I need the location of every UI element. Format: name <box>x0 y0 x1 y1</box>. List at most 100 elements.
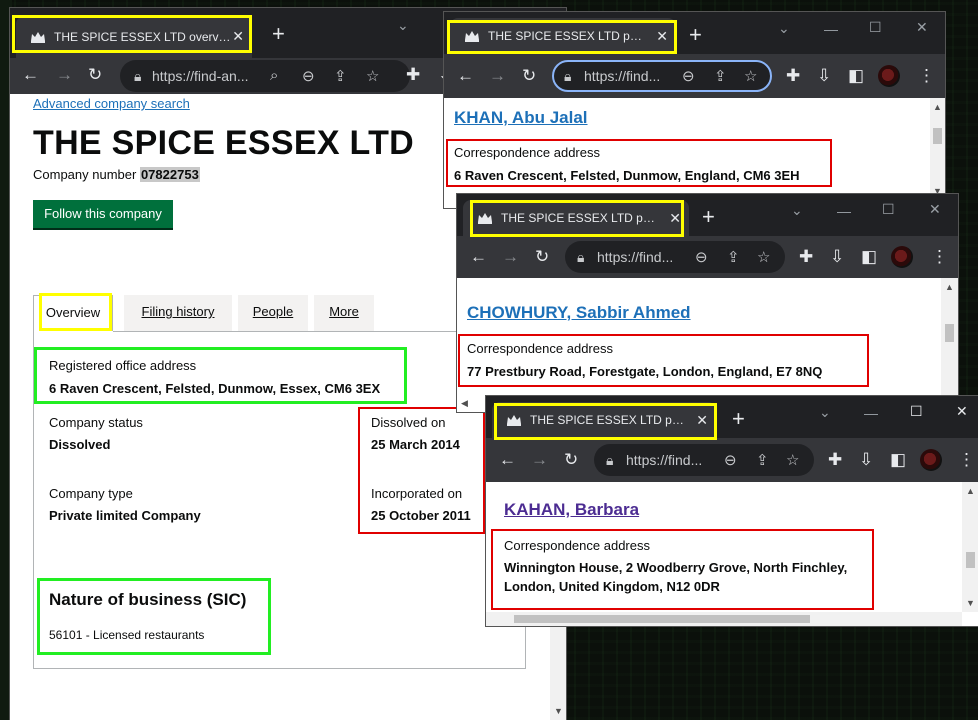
highlight-w2-address <box>458 334 869 387</box>
bookmark-star-icon[interactable]: ☆ <box>757 248 770 266</box>
back-icon[interactable]: ← <box>470 248 487 266</box>
zoom-icon[interactable]: ⊖ <box>695 248 708 266</box>
scroll-up-arrow[interactable]: ▲ <box>933 102 942 112</box>
forward-icon[interactable]: → <box>489 67 506 85</box>
share-icon[interactable]: ⇪ <box>756 451 769 469</box>
w3-scrollbar[interactable]: ▲ ▼ <box>962 482 978 612</box>
window-close-icon[interactable]: ✕ <box>929 202 941 216</box>
scroll-down-arrow[interactable]: ▼ <box>966 598 975 608</box>
zoom-icon[interactable]: ⊖ <box>682 67 695 85</box>
menu-icon[interactable]: ⋮ <box>918 67 935 85</box>
address-bar[interactable]: 🔒︎ https://find... ⊖ ⇪ ☆ <box>594 444 814 476</box>
menu-icon[interactable]: ⋮ <box>931 248 948 266</box>
profile-avatar[interactable] <box>878 65 900 87</box>
lock-icon: 🔒︎ <box>134 68 142 84</box>
minimize-icon[interactable]: — <box>837 204 851 218</box>
maximize-icon[interactable]: ☐ <box>869 20 882 34</box>
back-icon[interactable]: ← <box>22 66 39 84</box>
window-close-icon[interactable]: ✕ <box>956 404 968 418</box>
reload-icon[interactable]: ↻ <box>535 248 549 266</box>
scroll-up-arrow[interactable]: ▲ <box>966 486 975 496</box>
tab-search-icon[interactable]: ⌄ <box>397 18 409 32</box>
download-icon[interactable]: ⇩ <box>817 67 831 85</box>
w1-scrollbar[interactable]: ▲ ▼ <box>930 98 945 208</box>
url-text: https://find... <box>597 249 674 265</box>
sidepanel-icon[interactable]: ◧ <box>861 248 877 266</box>
forward-icon[interactable]: → <box>502 248 519 266</box>
download-icon[interactable]: ⇩ <box>830 248 844 266</box>
highlight-overview-tab <box>39 293 112 331</box>
window-close-icon[interactable]: ✕ <box>916 20 928 34</box>
new-tab-button[interactable]: + <box>689 24 702 46</box>
tab-search-icon[interactable]: ⌄ <box>778 21 790 35</box>
scroll-down-arrow[interactable]: ▼ <box>554 706 563 716</box>
highlight-registered-office <box>34 347 407 404</box>
person-name-link[interactable]: KHAN, Abu Jalal <box>454 108 588 128</box>
tab-search-icon[interactable]: ⌄ <box>791 203 803 217</box>
highlight-main-tab <box>12 15 252 53</box>
scroll-left-arrow[interactable]: ◀ <box>461 398 468 409</box>
scroll-thumb[interactable] <box>945 324 954 342</box>
maximize-icon[interactable]: ☐ <box>882 202 895 216</box>
company-type-label: Company type <box>49 486 133 501</box>
scroll-thumb[interactable] <box>933 128 942 144</box>
hscroll-thumb[interactable] <box>514 615 810 623</box>
share-icon[interactable]: ⇪ <box>714 67 727 85</box>
follow-company-button[interactable]: Follow this company <box>33 200 173 228</box>
zoom-icon[interactable]: ⊖ <box>724 451 737 469</box>
extensions-icon[interactable]: ✚ <box>786 67 800 85</box>
new-tab-button[interactable]: + <box>732 408 745 430</box>
sidepanel-icon[interactable]: ◧ <box>890 451 906 469</box>
tab-search-icon[interactable]: ⌄ <box>819 405 831 419</box>
tab-more[interactable]: More <box>314 295 374 331</box>
bookmark-star-icon[interactable]: ☆ <box>366 67 379 85</box>
person-name-link[interactable]: CHOWHURY, Sabbir Ahmed <box>467 303 691 323</box>
new-tab-button[interactable]: + <box>702 206 715 228</box>
url-text: https://find... <box>584 68 661 84</box>
highlight-sic <box>37 578 271 655</box>
lock-icon: 🔒︎ <box>606 452 614 468</box>
reload-icon[interactable]: ↻ <box>88 66 102 84</box>
reload-icon[interactable]: ↻ <box>564 451 578 469</box>
back-icon[interactable]: ← <box>499 451 516 469</box>
minimize-icon[interactable]: — <box>824 22 838 36</box>
bookmark-star-icon[interactable]: ☆ <box>744 67 757 85</box>
bookmark-star-icon[interactable]: ☆ <box>786 451 799 469</box>
back-icon[interactable]: ← <box>457 67 474 85</box>
minimize-icon[interactable]: — <box>864 406 878 420</box>
person-name-link[interactable]: KAHAN, Barbara <box>504 500 639 520</box>
company-status-value: Dissolved <box>49 437 111 452</box>
extensions-icon[interactable]: ✚ <box>406 66 420 84</box>
address-bar[interactable]: 🔒︎ https://find... ⊖ ⇪ ☆ <box>552 60 772 92</box>
highlight-dates <box>358 407 485 534</box>
menu-icon[interactable]: ⋮ <box>958 451 975 469</box>
profile-avatar[interactable] <box>891 246 913 268</box>
advanced-search-link[interactable]: Advanced company search <box>33 96 190 111</box>
tab-filing-history[interactable]: Filing history <box>124 295 232 331</box>
maximize-icon[interactable]: ☐ <box>910 404 923 418</box>
share-icon[interactable]: ⇪ <box>334 67 347 85</box>
search-icon[interactable]: ⌕ <box>270 67 278 84</box>
sidepanel-icon[interactable]: ◧ <box>848 67 864 85</box>
profile-avatar[interactable] <box>920 449 942 471</box>
reload-icon[interactable]: ↻ <box>522 67 536 85</box>
address-bar[interactable]: 🔒︎ https://find-an... ⌕ ⊖ ⇪ ☆ <box>120 60 410 92</box>
forward-icon[interactable]: → <box>56 66 73 84</box>
address-bar[interactable]: 🔒︎ https://find... ⊖ ⇪ ☆ <box>565 241 785 273</box>
highlight-w3-tab <box>494 403 717 440</box>
highlight-w1-address <box>446 139 832 187</box>
extensions-icon[interactable]: ✚ <box>799 248 813 266</box>
company-status-label: Company status <box>49 415 143 430</box>
share-icon[interactable]: ⇪ <box>727 248 740 266</box>
w2-scrollbar[interactable]: ▲ <box>941 278 958 412</box>
download-icon[interactable]: ⇩ <box>859 451 873 469</box>
company-type-value: Private limited Company <box>49 508 201 523</box>
tab-people[interactable]: People <box>238 295 308 331</box>
zoom-icon[interactable]: ⊖ <box>302 67 315 85</box>
w3-hscrollbar[interactable] <box>486 612 962 626</box>
forward-icon[interactable]: → <box>531 451 548 469</box>
scroll-thumb[interactable] <box>966 552 975 568</box>
new-tab-button[interactable]: + <box>272 23 285 45</box>
scroll-up-arrow[interactable]: ▲ <box>945 282 954 292</box>
extensions-icon[interactable]: ✚ <box>828 451 842 469</box>
